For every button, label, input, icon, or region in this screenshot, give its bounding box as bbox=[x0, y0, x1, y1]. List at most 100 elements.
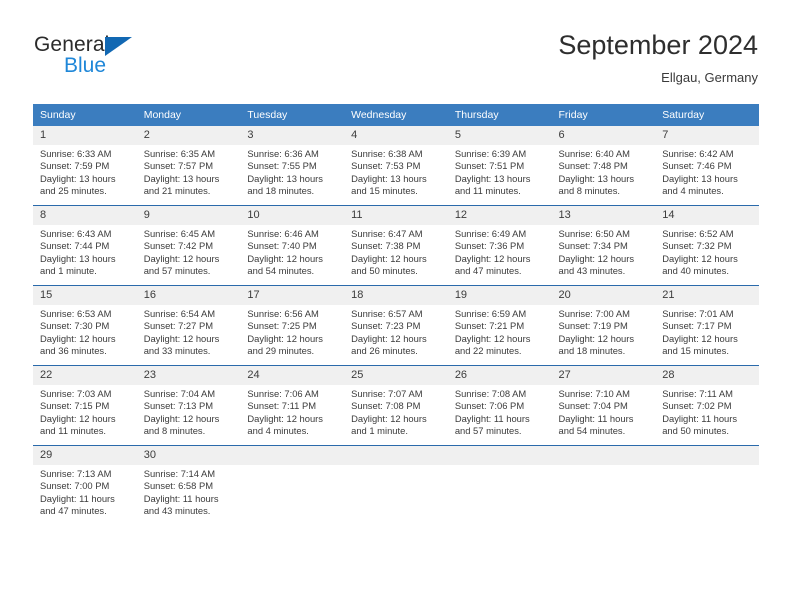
day-cell[interactable]: 10 Sunrise: 6:46 AM Sunset: 7:40 PM Dayl… bbox=[240, 205, 345, 286]
day-cell[interactable]: 2 Sunrise: 6:35 AM Sunset: 7:57 PM Dayli… bbox=[136, 126, 241, 206]
day-cell[interactable]: 14 Sunrise: 6:52 AM Sunset: 7:32 PM Dayl… bbox=[655, 205, 759, 286]
calendar-week-row: 8 Sunrise: 6:43 AM Sunset: 7:44 PM Dayli… bbox=[33, 205, 759, 286]
sunset-text: Sunset: 7:00 PM bbox=[40, 480, 110, 492]
day-cell[interactable]: 29 Sunrise: 7:13 AM Sunset: 7:00 PM Dayl… bbox=[33, 445, 137, 525]
day-details: Sunrise: 7:10 AM Sunset: 7:04 PM Dayligh… bbox=[552, 385, 656, 438]
day-cell[interactable]: 28 Sunrise: 7:11 AM Sunset: 7:02 PM Dayl… bbox=[655, 365, 759, 446]
day-number: 23 bbox=[136, 366, 241, 385]
daylight-text-line2: and 8 minutes. bbox=[143, 425, 206, 437]
day-cell[interactable]: 24 Sunrise: 7:06 AM Sunset: 7:11 PM Dayl… bbox=[240, 365, 345, 446]
logo-text-general: General bbox=[34, 33, 110, 56]
day-number: 2 bbox=[136, 126, 241, 145]
day-number: 4 bbox=[344, 126, 448, 145]
day-cell[interactable]: 16 Sunrise: 6:54 AM Sunset: 7:27 PM Dayl… bbox=[136, 285, 241, 366]
daylight-text-line2: and 1 minute. bbox=[351, 425, 408, 437]
day-cell[interactable]: 22 Sunrise: 7:03 AM Sunset: 7:15 PM Dayl… bbox=[33, 365, 137, 446]
sunset-text: Sunset: 7:21 PM bbox=[454, 320, 525, 332]
sunrise-text: Sunrise: 7:04 AM bbox=[143, 388, 216, 399]
daylight-text-line1: Daylight: 12 hours bbox=[558, 332, 635, 344]
day-cell[interactable]: 4 Sunrise: 6:38 AM Sunset: 7:53 PM Dayli… bbox=[344, 126, 448, 206]
day-cell[interactable]: 27 Sunrise: 7:10 AM Sunset: 7:04 PM Dayl… bbox=[551, 365, 656, 446]
day-cell[interactable]: 5 Sunrise: 6:39 AM Sunset: 7:51 PM Dayli… bbox=[447, 126, 552, 206]
daylight-text-line2: and 57 minutes. bbox=[143, 265, 211, 277]
daylight-text-line1: Daylight: 12 hours bbox=[454, 332, 531, 344]
sunrise-text: Sunrise: 7:00 AM bbox=[558, 308, 630, 319]
sunset-text: Sunset: 7:08 PM bbox=[351, 400, 421, 412]
day-cell[interactable]: 23 Sunrise: 7:04 AM Sunset: 7:13 PM Dayl… bbox=[136, 365, 241, 446]
day-number: 28 bbox=[655, 366, 759, 385]
day-cell[interactable]: 19 Sunrise: 6:59 AM Sunset: 7:21 PM Dayl… bbox=[447, 285, 552, 366]
daylight-text-line1: Daylight: 13 hours bbox=[454, 172, 531, 184]
sunrise-text: Sunrise: 6:57 AM bbox=[351, 308, 423, 319]
day-details: Sunrise: 6:33 AM Sunset: 7:59 PM Dayligh… bbox=[33, 145, 137, 198]
daylight-text-line2: and 50 minutes. bbox=[662, 425, 729, 437]
sunrise-text: Sunrise: 6:50 AM bbox=[558, 228, 630, 239]
weekday-header-sunday: Sunday bbox=[33, 104, 137, 126]
sunrise-text: Sunrise: 6:40 AM bbox=[558, 148, 630, 159]
day-details: Sunrise: 6:35 AM Sunset: 7:57 PM Dayligh… bbox=[137, 145, 241, 198]
day-cell[interactable]: 1 Sunrise: 6:33 AM Sunset: 7:59 PM Dayli… bbox=[33, 126, 137, 206]
sunrise-text: Sunrise: 7:06 AM bbox=[247, 388, 319, 399]
calendar-grid: Sunday Monday Tuesday Wednesday Thursday… bbox=[33, 104, 759, 525]
sunrise-text: Sunrise: 7:01 AM bbox=[662, 308, 734, 319]
daylight-text-line2: and 43 minutes. bbox=[143, 505, 211, 517]
sunset-text: Sunset: 7:53 PM bbox=[351, 160, 421, 172]
day-cell[interactable]: 26 Sunrise: 7:08 AM Sunset: 7:06 PM Dayl… bbox=[447, 365, 552, 446]
day-details: Sunrise: 6:57 AM Sunset: 7:23 PM Dayligh… bbox=[344, 305, 448, 358]
daylight-text-line1: Daylight: 13 hours bbox=[247, 172, 323, 184]
sunset-text: Sunset: 7:15 PM bbox=[40, 400, 110, 412]
day-details: Sunrise: 6:49 AM Sunset: 7:36 PM Dayligh… bbox=[448, 225, 552, 278]
day-cell[interactable]: 7 Sunrise: 6:42 AM Sunset: 7:46 PM Dayli… bbox=[655, 126, 759, 206]
daylight-text-line2: and 4 minutes. bbox=[247, 425, 309, 437]
day-cell[interactable]: 12 Sunrise: 6:49 AM Sunset: 7:36 PM Dayl… bbox=[447, 205, 552, 286]
daylight-text-line2: and 15 minutes. bbox=[662, 345, 729, 357]
day-details: Sunrise: 7:03 AM Sunset: 7:15 PM Dayligh… bbox=[33, 385, 137, 438]
day-cell[interactable]: 9 Sunrise: 6:45 AM Sunset: 7:42 PM Dayli… bbox=[136, 205, 241, 286]
day-details: Sunrise: 6:56 AM Sunset: 7:25 PM Dayligh… bbox=[240, 305, 344, 358]
sunset-text: Sunset: 7:59 PM bbox=[40, 160, 110, 172]
day-number: 29 bbox=[33, 446, 137, 465]
day-cell[interactable]: 11 Sunrise: 6:47 AM Sunset: 7:38 PM Dayl… bbox=[344, 205, 448, 286]
daylight-text-line1: Daylight: 12 hours bbox=[247, 332, 323, 344]
sunset-text: Sunset: 7:36 PM bbox=[454, 240, 525, 252]
sunset-text: Sunset: 7:32 PM bbox=[662, 240, 732, 252]
day-number: 11 bbox=[344, 206, 448, 225]
day-details: Sunrise: 6:43 AM Sunset: 7:44 PM Dayligh… bbox=[33, 225, 137, 278]
day-cell[interactable]: 13 Sunrise: 6:50 AM Sunset: 7:34 PM Dayl… bbox=[551, 205, 656, 286]
day-cell[interactable]: 15 Sunrise: 6:53 AM Sunset: 7:30 PM Dayl… bbox=[33, 285, 137, 366]
day-cell[interactable]: 8 Sunrise: 6:43 AM Sunset: 7:44 PM Dayli… bbox=[33, 205, 137, 286]
day-number: 8 bbox=[33, 206, 137, 225]
empty-day-band bbox=[344, 446, 448, 465]
day-cell[interactable]: 21 Sunrise: 7:01 AM Sunset: 7:17 PM Dayl… bbox=[655, 285, 759, 366]
day-details: Sunrise: 6:38 AM Sunset: 7:53 PM Dayligh… bbox=[344, 145, 448, 198]
day-details: Sunrise: 7:01 AM Sunset: 7:17 PM Dayligh… bbox=[655, 305, 759, 358]
sunset-text: Sunset: 7:51 PM bbox=[454, 160, 525, 172]
sunset-text: Sunset: 6:58 PM bbox=[143, 480, 214, 492]
day-cell[interactable]: 6 Sunrise: 6:40 AM Sunset: 7:48 PM Dayli… bbox=[551, 126, 656, 206]
empty-day-band bbox=[447, 446, 552, 465]
empty-day-band bbox=[551, 446, 656, 465]
daylight-text-line2: and 43 minutes. bbox=[558, 265, 626, 277]
daylight-text-line2: and 1 minute. bbox=[40, 265, 97, 277]
calendar-week-row: 29 Sunrise: 7:13 AM Sunset: 7:00 PM Dayl… bbox=[33, 445, 759, 525]
daylight-text-line1: Daylight: 11 hours bbox=[662, 412, 738, 424]
day-cell[interactable]: 17 Sunrise: 6:56 AM Sunset: 7:25 PM Dayl… bbox=[240, 285, 345, 366]
day-number: 24 bbox=[240, 366, 345, 385]
day-number: 27 bbox=[551, 366, 656, 385]
day-cell[interactable]: 20 Sunrise: 7:00 AM Sunset: 7:19 PM Dayl… bbox=[551, 285, 656, 366]
day-cell[interactable]: 25 Sunrise: 7:07 AM Sunset: 7:08 PM Dayl… bbox=[344, 365, 448, 446]
day-cell[interactable]: 18 Sunrise: 6:57 AM Sunset: 7:23 PM Dayl… bbox=[344, 285, 448, 366]
day-cell[interactable]: 30 Sunrise: 7:14 AM Sunset: 6:58 PM Dayl… bbox=[136, 445, 241, 525]
day-details: Sunrise: 6:52 AM Sunset: 7:32 PM Dayligh… bbox=[655, 225, 759, 278]
logo-top-row: General bbox=[34, 33, 224, 57]
sunset-text: Sunset: 7:46 PM bbox=[662, 160, 732, 172]
daylight-text-line1: Daylight: 12 hours bbox=[143, 412, 220, 424]
day-cell[interactable]: 3 Sunrise: 6:36 AM Sunset: 7:55 PM Dayli… bbox=[240, 126, 345, 206]
daylight-text-line2: and 4 minutes. bbox=[662, 185, 724, 197]
daylight-text-line1: Daylight: 13 hours bbox=[351, 172, 427, 184]
day-details: Sunrise: 6:42 AM Sunset: 7:46 PM Dayligh… bbox=[655, 145, 759, 198]
logo-triangle-icon bbox=[105, 37, 132, 56]
day-details: Sunrise: 6:39 AM Sunset: 7:51 PM Dayligh… bbox=[448, 145, 552, 198]
calendar-header-row: Sunday Monday Tuesday Wednesday Thursday… bbox=[33, 104, 759, 126]
daylight-text-line1: Daylight: 11 hours bbox=[454, 412, 530, 424]
